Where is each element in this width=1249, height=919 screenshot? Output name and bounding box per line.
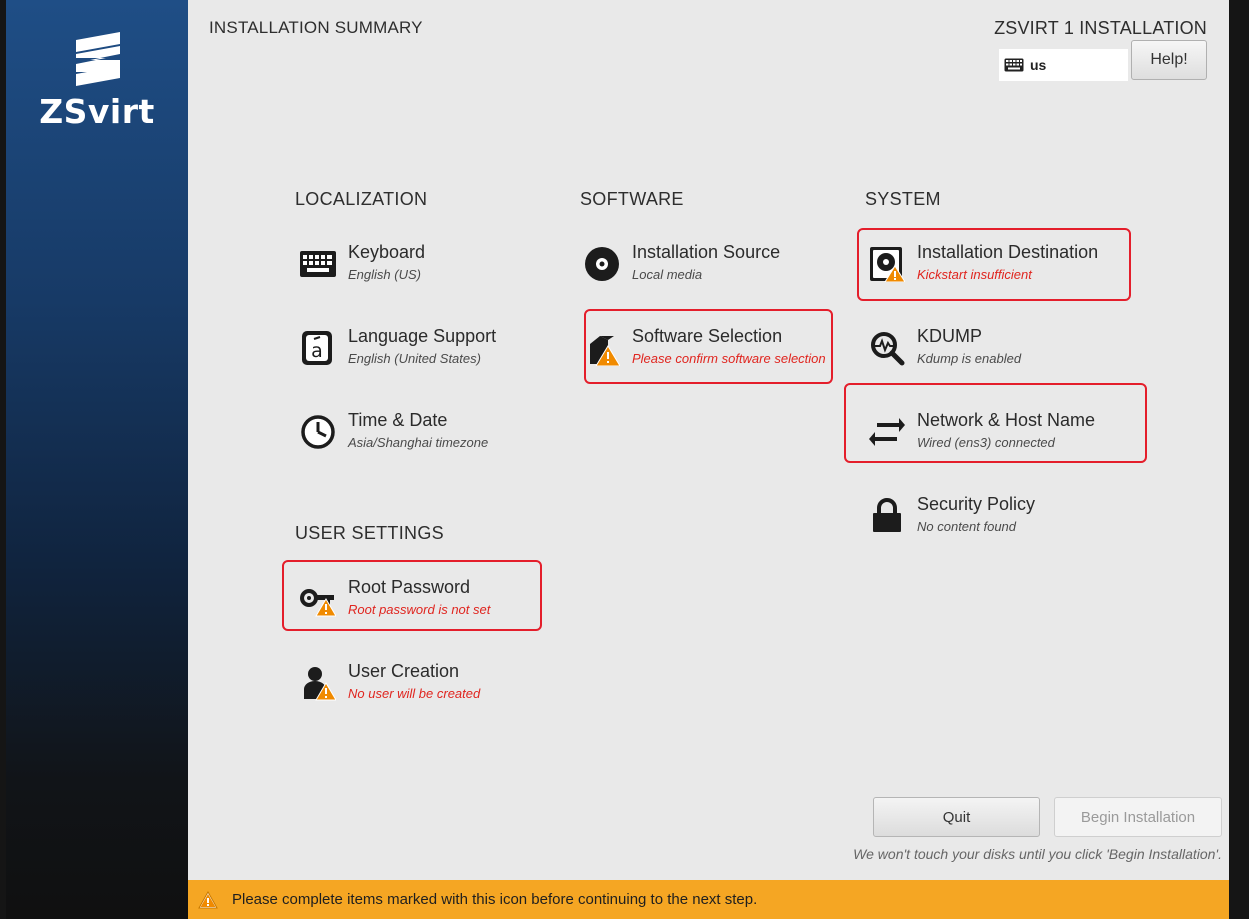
quit-button[interactable]: Quit — [873, 797, 1040, 837]
key-icon — [300, 589, 336, 617]
spoke-root-password[interactable]: Root Password Root password is not set — [300, 577, 550, 629]
spoke-installation-source[interactable]: Installation Source Local media — [584, 242, 834, 294]
lock-icon — [873, 498, 901, 532]
spoke-name: Time & Date — [348, 410, 448, 430]
spoke-name: Network & Host Name — [917, 410, 1096, 430]
spoke-time-date[interactable]: Time & Date Asia/Shanghai timezone — [300, 410, 550, 462]
help-button[interactable]: Help! — [1131, 40, 1207, 80]
spoke-status-warning: Kickstart insufficient — [917, 267, 1032, 282]
spoke-name: User Creation — [348, 661, 460, 681]
spoke-status: Asia/Shanghai timezone — [348, 435, 489, 450]
spoke-status: Local media — [632, 267, 703, 282]
keyboard-icon — [300, 251, 336, 277]
zsvirt-logo-icon — [76, 32, 120, 86]
spoke-status-warning: Root password is not set — [348, 602, 491, 617]
warning-message: Please complete items marked with this i… — [232, 891, 758, 908]
window-frame-right — [1229, 0, 1249, 880]
spoke-keyboard[interactable]: Keyboard English (US) — [300, 242, 550, 294]
svg-text:a: a — [311, 340, 323, 362]
product-title: ZSVIRT 1 INSTALLATION — [994, 18, 1207, 38]
spoke-name: KDUMP — [917, 326, 983, 346]
spoke-status: No content found — [917, 519, 1017, 534]
section-title-system: SYSTEM — [865, 189, 941, 209]
logo-text: ZSvirt — [39, 92, 155, 131]
spoke-software-selection[interactable]: Software Selection Please confirm softwa… — [584, 326, 834, 378]
spoke-name: Installation Destination — [917, 242, 1099, 262]
spoke-status: Kdump is enabled — [917, 351, 1022, 366]
disk-note: We won't touch your disks until you clic… — [853, 846, 1222, 862]
spoke-status: Wired (ens3) connected — [917, 435, 1055, 450]
spoke-security-policy[interactable]: Security Policy No content found — [869, 494, 1119, 546]
window-frame-bottom-right — [1229, 880, 1249, 919]
keyboard-layout-indicator[interactable]: us — [999, 49, 1128, 81]
spoke-language-support[interactable]: a Language Support English (United State… — [300, 326, 550, 378]
language-icon: a — [302, 331, 332, 365]
kdump-search-icon — [871, 332, 905, 366]
harddisk-icon — [870, 247, 905, 282]
spoke-name: Root Password — [348, 577, 471, 597]
keyboard-small-icon — [1004, 58, 1024, 72]
user-icon — [304, 667, 336, 701]
spoke-name: Security Policy — [917, 494, 1036, 514]
spoke-name: Language Support — [348, 326, 497, 346]
spoke-user-creation[interactable]: User Creation No user will be created — [300, 661, 550, 713]
sidebar: ZSvirt — [6, 0, 188, 919]
spoke-status: English (United States) — [348, 351, 481, 366]
warning-bar: Please complete items marked with this i… — [188, 880, 1229, 919]
disc-icon — [585, 247, 619, 281]
spoke-name: Keyboard — [348, 242, 426, 262]
network-arrows-icon — [869, 418, 905, 446]
section-title-localization: LOCALIZATION — [295, 189, 428, 209]
section-title-software: SOFTWARE — [580, 189, 684, 209]
installation-summary-panel: INSTALLATION SUMMARY ZSVIRT 1 INSTALLATI… — [188, 0, 1229, 880]
spoke-status-warning: Please confirm software selection — [632, 351, 826, 366]
spoke-status-warning: No user will be created — [348, 686, 481, 701]
package-icon — [590, 336, 620, 366]
section-title-user-settings: USER SETTINGS — [295, 523, 444, 543]
spoke-name: Software Selection — [632, 326, 783, 346]
clock-icon — [301, 415, 335, 449]
spoke-status: English (US) — [348, 267, 421, 282]
page-title: INSTALLATION SUMMARY — [209, 18, 423, 37]
spoke-network-host-name[interactable]: Network & Host Name Wired (ens3) connect… — [869, 410, 1119, 462]
warning-icon — [198, 890, 218, 908]
spoke-kdump[interactable]: KDUMP Kdump is enabled — [869, 326, 1119, 378]
begin-installation-button[interactable]: Begin Installation — [1054, 797, 1222, 837]
spoke-installation-destination[interactable]: Installation Destination Kickstart insuf… — [869, 242, 1119, 294]
keyboard-layout-label: us — [1030, 57, 1047, 73]
spoke-name: Installation Source — [632, 242, 781, 262]
